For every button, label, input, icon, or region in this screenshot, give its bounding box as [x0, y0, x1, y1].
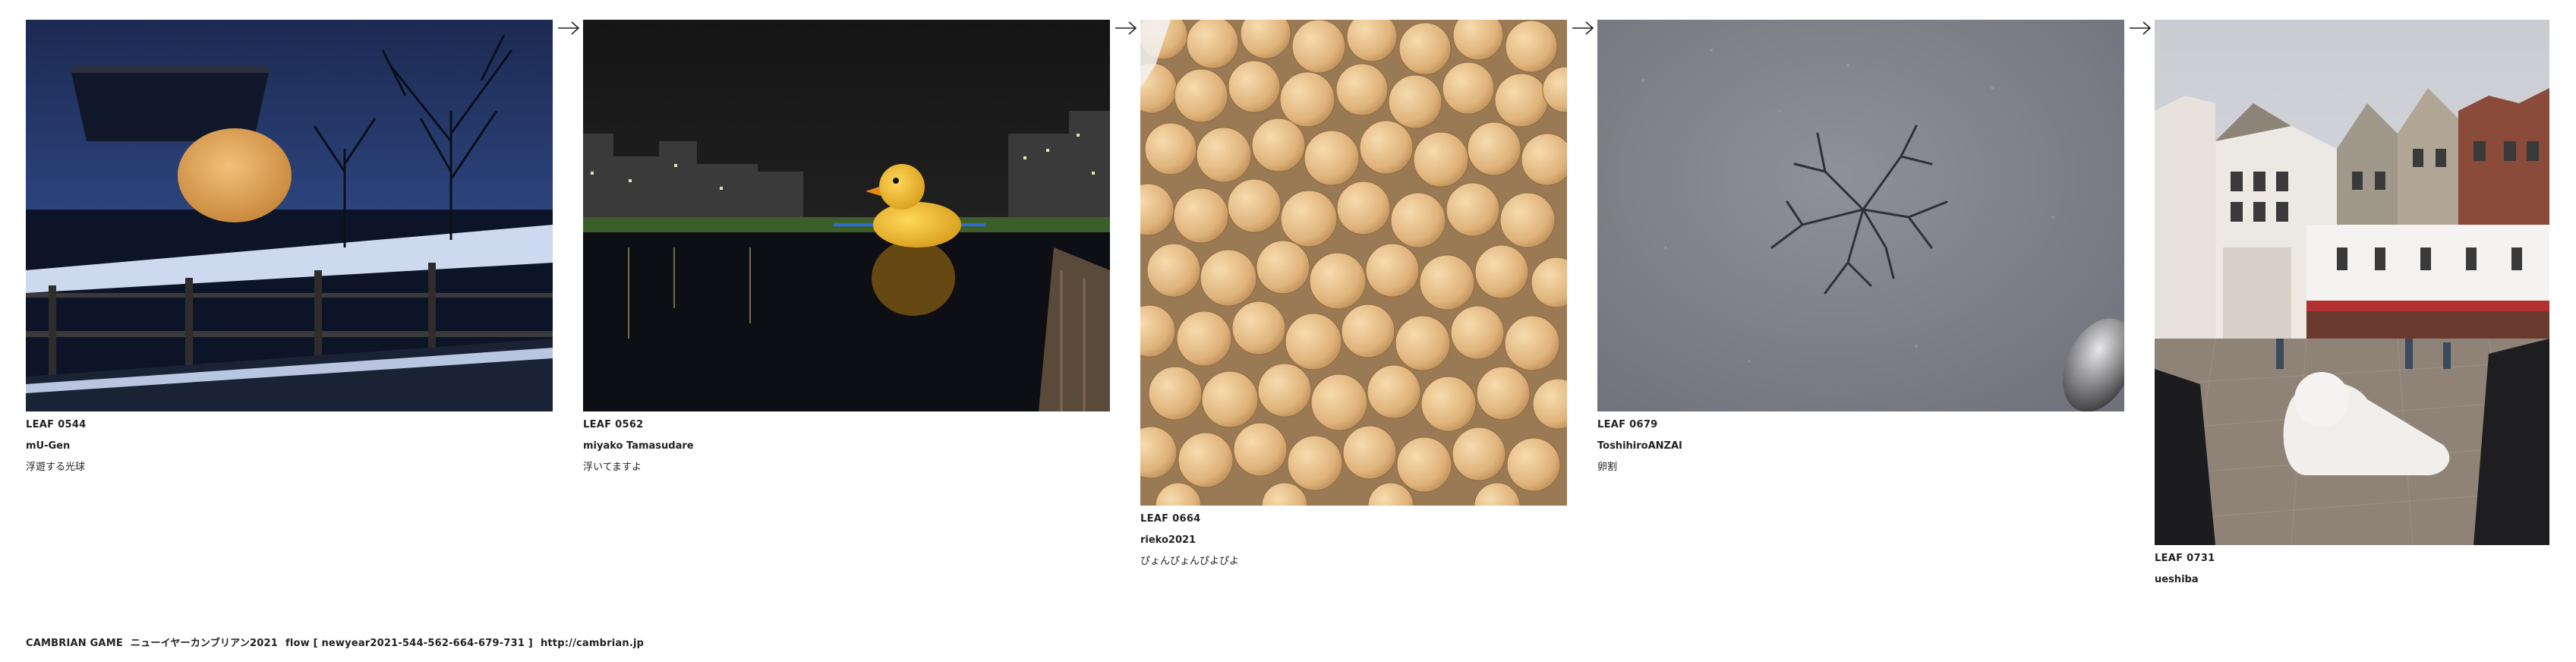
leaf-id: LEAF 0544: [26, 419, 87, 430]
footer: CAMBRIAN GAME ニューイヤーカンブリアン2021 flow [ newy…: [26, 635, 651, 649]
right-arrow-icon: [558, 21, 580, 35]
leaf-photo-0679[interactable]: [1597, 20, 2124, 411]
leaf-author[interactable]: rieko2021: [1140, 530, 1239, 551]
leaf-author[interactable]: miyako Tamasudare: [583, 436, 694, 457]
leaf-photo-0731[interactable]: [2155, 20, 2549, 545]
leaf-id: LEAF 0731: [2155, 553, 2215, 564]
footer-flow: flow [ newyear2021-544-562-664-679-731 ]: [285, 638, 533, 649]
leaf-author[interactable]: mU-Gen: [26, 436, 87, 457]
leaf-id: LEAF 0679: [1597, 419, 1658, 430]
leaf-id: LEAF 0664: [1140, 513, 1201, 525]
leaf-title: 浮いてますよ: [583, 462, 642, 473]
footer-event-name: ニューイヤーカンブリアン2021: [130, 638, 279, 649]
right-arrow-icon: [1115, 21, 1137, 35]
leaf-id: LEAF 0562: [583, 419, 644, 430]
right-arrow-icon: [2130, 21, 2152, 35]
leaf-author[interactable]: ueshiba: [2155, 569, 2215, 591]
leaf-title: ぴょんぴょんぴよぴよ: [1140, 556, 1240, 567]
leaf-title: 卵割: [1597, 462, 1618, 473]
leaf-photo-0562[interactable]: [583, 20, 1110, 411]
leaf-title: 浮遊する光球: [26, 462, 86, 473]
leaf-photo-0664[interactable]: [1140, 20, 1567, 506]
right-arrow-icon: [1572, 21, 1594, 35]
footer-url-link[interactable]: http://cambrian.jp: [541, 638, 644, 649]
leaf-author[interactable]: ToshihiroANZAI: [1597, 436, 1682, 457]
footer-game-name: CAMBRIAN GAME: [26, 638, 123, 649]
leaf-photo-0544[interactable]: [26, 20, 553, 411]
